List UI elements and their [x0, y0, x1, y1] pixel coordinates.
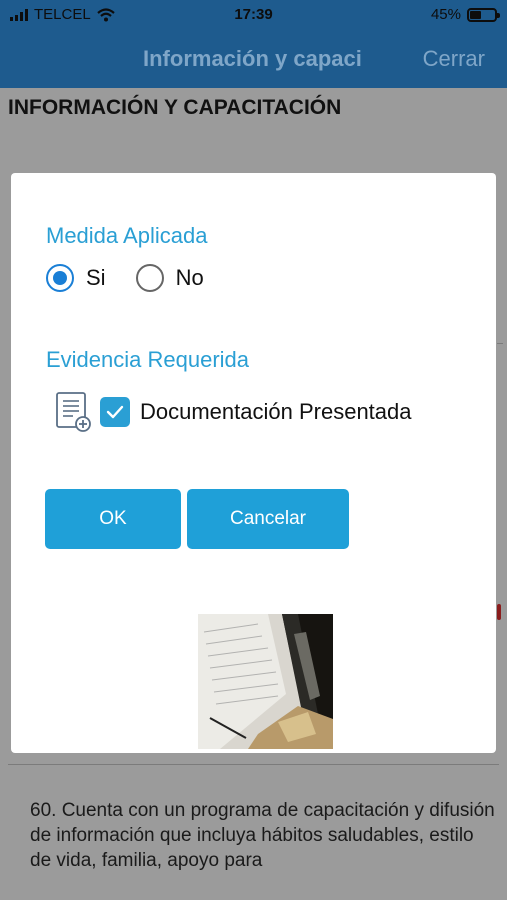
radio-si[interactable] — [46, 264, 74, 292]
radio-si-label: Si — [86, 265, 106, 290]
measure-options: Si No — [46, 264, 204, 292]
cancel-button[interactable]: Cancelar — [187, 489, 349, 549]
status-right: 45% — [430, 6, 500, 23]
question-text: 60. Cuenta con un programa de capacitaci… — [30, 800, 495, 872]
evidence-photo[interactable] — [198, 614, 333, 749]
page-heading: INFORMACIÓN Y CAPACITACIÓN — [8, 96, 342, 119]
battery-icon — [467, 7, 500, 22]
battery-percent: 45% — [430, 6, 461, 23]
close-button[interactable]: Cerrar — [423, 46, 485, 72]
status-indicator — [497, 604, 501, 620]
nav-bar: Información y capaci Cerrar — [0, 30, 507, 88]
radio-no-label: No — [175, 265, 204, 290]
document-add-icon — [56, 392, 91, 432]
evidence-checkbox-label: Documentación Presentada — [140, 399, 412, 424]
evidence-checkbox[interactable] — [100, 397, 130, 427]
battery-level — [470, 10, 481, 19]
status-bar: TELCEL 17:39 45% — [0, 0, 507, 30]
evidence-label: Evidencia Requerida — [46, 347, 250, 372]
radio-no[interactable] — [135, 264, 164, 292]
divider — [8, 764, 499, 765]
evidence-item: Documentación Presentada — [55, 391, 412, 433]
measure-dialog: Medida Aplicada Si No Evidencia Requerid… — [11, 173, 496, 753]
check-icon — [106, 405, 124, 419]
nav-title: Información y capaci — [143, 46, 362, 71]
ok-button[interactable]: OK — [45, 489, 181, 549]
measure-label: Medida Aplicada — [46, 223, 208, 248]
divider — [497, 343, 503, 344]
